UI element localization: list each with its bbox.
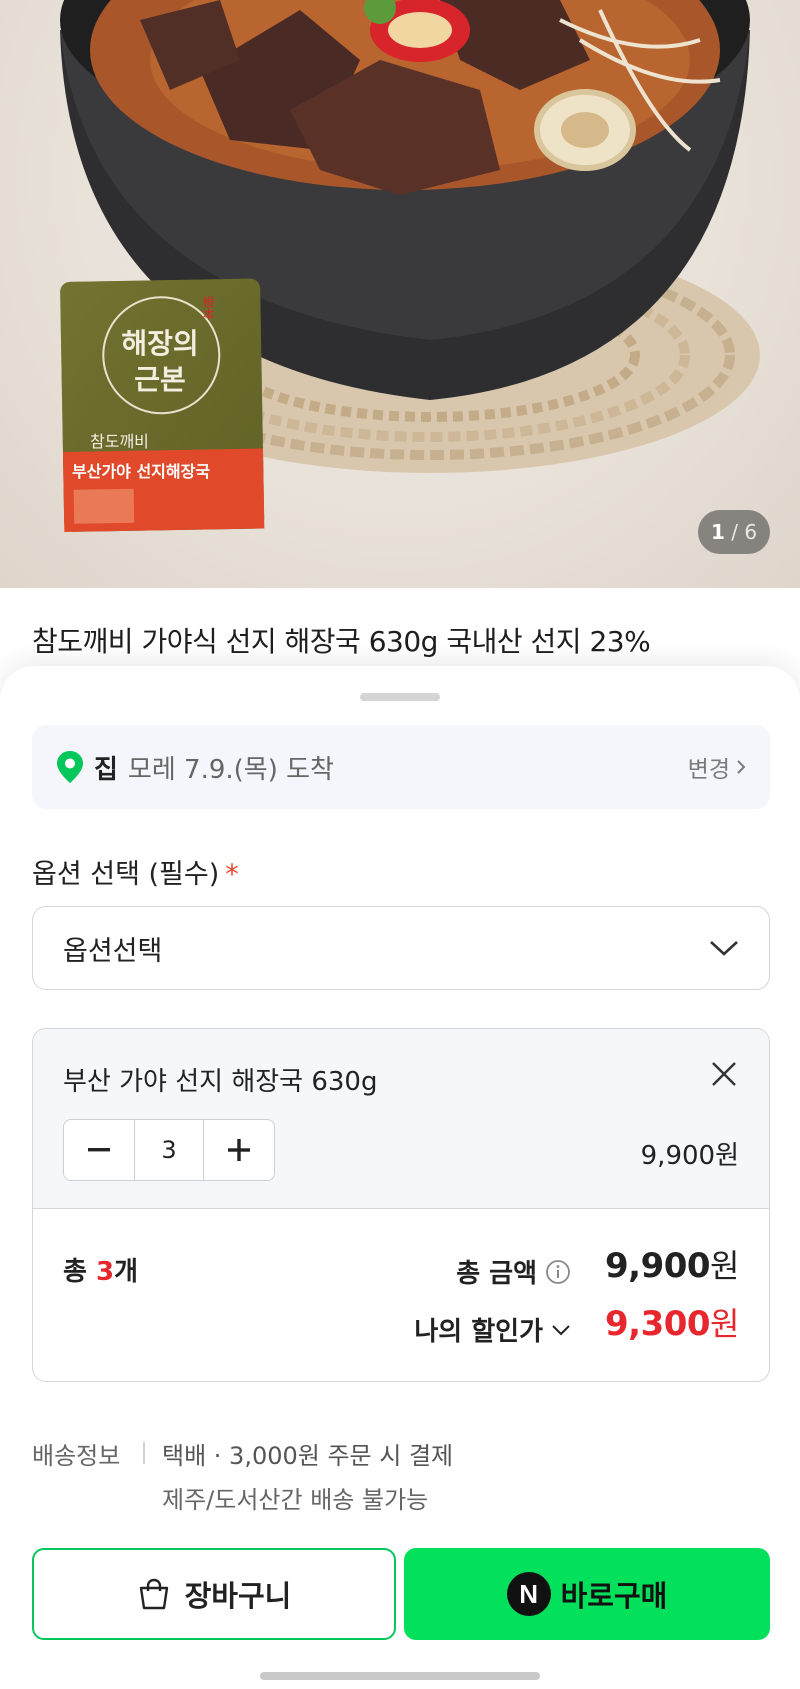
shipping-restriction: 제주/도서산간 배송 불가능 xyxy=(162,1486,429,1514)
naver-pay-icon: N xyxy=(506,1572,551,1616)
delivery-info-box: 집 모레 7.9.(목) 도착 변경 xyxy=(32,725,770,809)
selected-option-box: 부산 가야 선지 해장국 630g 3 9,900원 총 3개 총 금액 9,9… xyxy=(32,1028,770,1382)
delivery-change-button[interactable]: 변경 xyxy=(688,750,746,784)
package-seal: 根本 xyxy=(201,296,215,320)
total-count: 총 3개 xyxy=(63,1251,138,1288)
delivery-place: 집 xyxy=(94,754,118,785)
package-maker: 참도깨비 xyxy=(90,432,149,451)
my-discount-label: 나의 할인가 xyxy=(414,1317,543,1347)
location-pin-icon xyxy=(57,751,83,783)
total-amount-number: 9,900 xyxy=(605,1246,711,1286)
selected-item-price: 9,900원 xyxy=(640,1141,739,1171)
shopping-bag-icon xyxy=(139,1578,168,1610)
package-brand-line2: 근본 xyxy=(134,363,186,396)
purchase-bottom-sheet: 집 모레 7.9.(목) 도착 변경 옵션 선택 (필수) * 옵션선택 부산 가… xyxy=(0,666,800,1689)
total-amount-label-text: 총 금액 xyxy=(456,1259,537,1289)
total-count-prefix: 총 xyxy=(63,1257,96,1287)
shipping-divider xyxy=(143,1442,145,1464)
delivery-change-label: 변경 xyxy=(687,757,730,783)
info-icon[interactable] xyxy=(545,1259,571,1285)
chevron-right-icon xyxy=(737,760,746,774)
increase-quantity-button[interactable] xyxy=(204,1120,274,1180)
package-product: 부산가야 선지해장국 xyxy=(72,462,211,481)
add-to-cart-button[interactable]: 장바구니 xyxy=(32,1548,396,1640)
buy-now-label: 바로구매 xyxy=(560,1579,668,1613)
option-label-text: 옵션 선택 (필수) xyxy=(32,859,220,890)
quantity-value[interactable]: 3 xyxy=(134,1120,204,1180)
image-counter-total: 6 xyxy=(744,520,758,544)
selected-item: 부산 가야 선지 해장국 630g 3 9,900원 xyxy=(33,1029,769,1209)
plus-icon xyxy=(228,1139,250,1161)
my-discount-unit: 원 xyxy=(710,1305,739,1343)
my-discount-number: 9,300 xyxy=(605,1304,711,1344)
delivery-date: 모레 7.9.(목) 도착 xyxy=(127,754,334,785)
image-counter-separator: / xyxy=(724,520,745,544)
buy-now-button[interactable]: N 바로구매 xyxy=(404,1548,770,1640)
close-icon[interactable] xyxy=(709,1059,739,1089)
minus-icon xyxy=(88,1148,110,1152)
sheet-drag-handle[interactable] xyxy=(360,693,440,701)
product-package: 根本 해장의 근본 참도깨비 부산가야 선지해장국 xyxy=(60,282,260,532)
add-to-cart-label: 장바구니 xyxy=(184,1579,292,1613)
total-count-suffix: 개 xyxy=(114,1257,138,1287)
package-brand-line1: 해장의 xyxy=(121,327,199,360)
total-amount-unit: 원 xyxy=(710,1247,739,1285)
selected-item-name: 부산 가야 선지 해장국 630g xyxy=(63,1067,378,1097)
required-mark: * xyxy=(225,859,239,890)
shipping-method: 택배 · 3,000원 주문 시 결제 xyxy=(162,1442,454,1470)
product-image[interactable]: 根本 해장의 근본 참도깨비 부산가야 선지해장국 1 / 6 xyxy=(0,0,800,588)
total-amount-label: 총 금액 xyxy=(456,1253,571,1290)
my-discount-toggle[interactable]: 나의 할인가 xyxy=(414,1311,571,1348)
image-counter-current: 1 xyxy=(710,520,725,544)
total-amount-value: 9,900원 xyxy=(605,1241,739,1287)
product-title: 참도깨비 가야식 선지 해장국 630g 국내산 선지 23% xyxy=(32,625,651,658)
image-counter: 1 / 6 xyxy=(698,510,770,554)
home-indicator[interactable] xyxy=(260,1672,540,1680)
option-label: 옵션 선택 (필수) * xyxy=(32,852,239,891)
chevron-down-icon xyxy=(710,941,738,956)
total-count-value: 3 xyxy=(95,1257,115,1287)
decrease-quantity-button[interactable] xyxy=(64,1120,134,1180)
quantity-stepper: 3 xyxy=(63,1119,275,1181)
shipping-label: 배송정보 xyxy=(32,1442,121,1470)
chevron-down-icon xyxy=(552,1324,570,1335)
option-select[interactable]: 옵션선택 xyxy=(32,906,770,990)
my-discount-price: 9,300원 xyxy=(605,1299,739,1345)
option-select-value: 옵션선택 xyxy=(63,935,163,967)
